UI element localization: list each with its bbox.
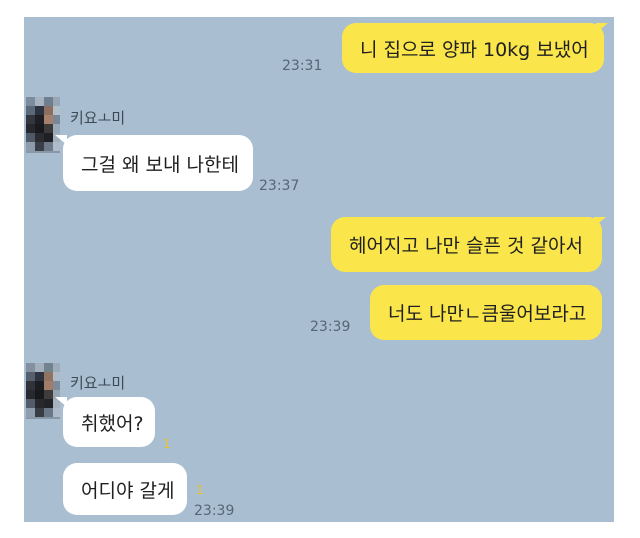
message-text: 어디야 갈게 [81, 479, 175, 502]
incoming-message-bubble[interactable]: 어디야 갈게 [63, 463, 187, 515]
message-text: 헤어지고 나만 슬픈 것 같아서 [349, 235, 583, 257]
unread-count: 1 [196, 483, 204, 497]
message-timestamp: 23:39 [194, 503, 235, 519]
outgoing-message-bubble[interactable]: 헤어지고 나만 슬픈 것 같아서 [331, 217, 602, 272]
unread-count: 1 [163, 437, 171, 451]
message-timestamp: 23:37 [259, 178, 300, 194]
message-timestamp: 23:31 [282, 58, 323, 74]
message-text: 너도 나만ㄴ큼울어보라고 [388, 303, 587, 325]
message-text: 니 집으로 양파 10kg 보냈어 [360, 38, 589, 61]
incoming-message-bubble[interactable]: 그걸 왜 보내 나한테 [63, 135, 253, 191]
message-text: 취했어? [81, 412, 144, 435]
message-timestamp: 23:39 [310, 319, 351, 335]
outgoing-message-bubble[interactable]: 너도 나만ㄴ큼울어보라고 [370, 285, 602, 340]
sender-name: 키요ㅗ미 [70, 109, 126, 127]
sender-name: 키요ㅗ미 [70, 374, 126, 392]
outgoing-message-bubble[interactable]: 니 집으로 양파 10kg 보냈어 [342, 23, 604, 73]
chat-area: 니 집으로 양파 10kg 보냈어 23:31 키요ㅗ미 그걸 왜 보내 나한테… [24, 17, 614, 522]
incoming-message-bubble[interactable]: 취했어? [63, 397, 155, 447]
message-text: 그걸 왜 보내 나한테 [81, 153, 239, 176]
avatar[interactable] [26, 363, 60, 419]
